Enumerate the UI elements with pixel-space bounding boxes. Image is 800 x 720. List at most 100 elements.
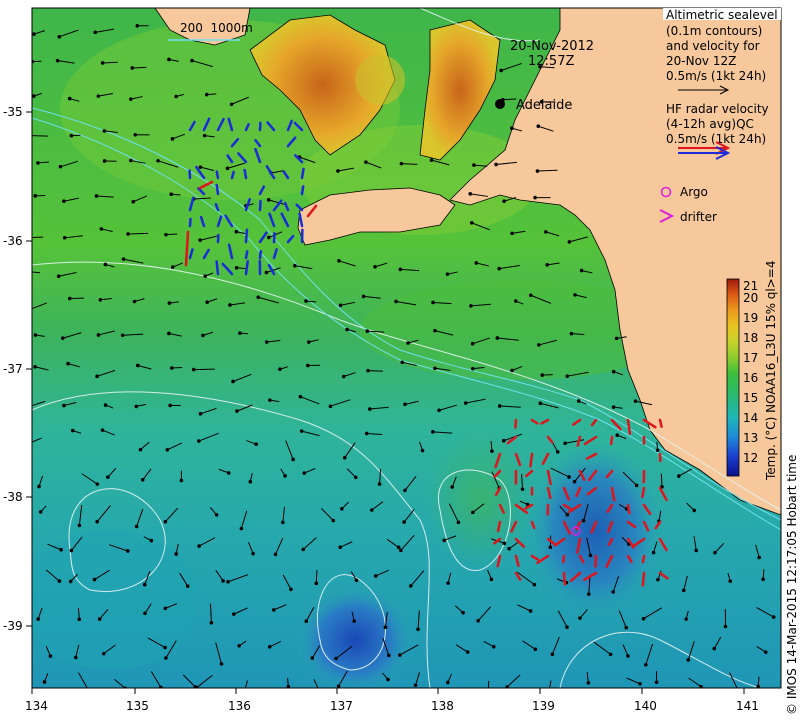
altimetry-arrow-head (163, 519, 168, 524)
altimetry-arrow-head (121, 257, 126, 261)
altimetry-arrow-head (437, 408, 441, 413)
altimetry-arrow-head (100, 428, 105, 432)
altimetry-arrow-head (100, 61, 105, 65)
altimetry-arrow-head (132, 299, 137, 304)
altimetry-arrow-head (507, 546, 511, 551)
altimetry-arrow-head (364, 160, 368, 164)
altimetry-arrow-head (450, 485, 455, 489)
altimetry-arrow-head (293, 263, 297, 268)
altimetry-arrow-head (134, 524, 139, 529)
y-tick-labels: -35 -36 -37 -38 -39 (3, 105, 23, 633)
altimetry-arrow-head (403, 488, 407, 493)
altimetry-arrow-head (487, 698, 490, 701)
altimetry-arrow-head (446, 581, 450, 585)
altimetry-arrow-head (135, 23, 140, 28)
altimetry-arrow-head (266, 198, 271, 202)
altimetry-arrow-head (497, 266, 502, 271)
altimetry-arrow-head (163, 606, 168, 611)
altimetry-arrow-head (520, 487, 525, 491)
altimetry-arrow-head (164, 232, 168, 237)
colorbar-tick-18: 18 (743, 331, 758, 345)
altimetry-arrow-head (149, 538, 154, 543)
altimetry-arrow-head (95, 482, 100, 486)
y-tick-35: -35 (3, 105, 23, 119)
altimetry-arrow-head (399, 161, 404, 166)
altimetry-arrow-head (394, 299, 398, 304)
altimetry-arrow-head (205, 300, 210, 305)
altimetry-arrow-head (204, 92, 209, 97)
altimetry-arrow-head (251, 551, 255, 556)
altimetry-arrow-head (656, 577, 660, 582)
altimetry-arrow-head (163, 645, 167, 650)
altimetry-arrow-head (611, 369, 616, 374)
altimetry-arrow-head (273, 552, 278, 557)
altimetry-arrow-head (402, 520, 406, 524)
date-title: 20-Nov-2012 (510, 39, 594, 54)
colorbar-tick-14: 14 (743, 411, 758, 425)
altimetry-arrow-head (237, 644, 242, 648)
altimetry-arrow-head (131, 199, 136, 204)
x-tick-138: 138 (431, 699, 454, 713)
altimetry-arrow-head (737, 689, 740, 692)
altimetry-arrow-head (536, 343, 541, 347)
altimetry-arrow-head (334, 656, 338, 661)
altimetry-arrow-head (272, 608, 276, 612)
altimetry-arrow-head (185, 584, 190, 588)
altimetry-arrow-head (528, 293, 533, 298)
altimetry-arrow-head (129, 158, 133, 163)
colorbar-tick-21: 21 (743, 279, 758, 293)
altimetry-arrow-head (416, 627, 420, 632)
sst-map: 134 135 136 137 138 139 140 141 -35 -36 … (3, 7, 799, 715)
altimetry-arrow-head (68, 579, 73, 584)
altimetry-arrow-head (399, 548, 403, 553)
sealevel-legend-line-3: and velocity for (666, 39, 760, 53)
altimetry-arrow-head (36, 617, 40, 621)
x-tick-136: 136 (228, 699, 251, 713)
altimetry-arrow-head (367, 407, 372, 411)
altimetry-arrow-head (471, 366, 475, 371)
x-tick-135: 135 (126, 699, 149, 713)
altimetry-arrow-head (723, 624, 728, 629)
altimetry-arrow-head (398, 653, 402, 657)
altimetry-arrow-head (337, 259, 341, 263)
colorbar-tick-17: 17 (743, 351, 758, 365)
altimetry-arrow-head (164, 656, 168, 660)
altimetry-arrow-head (138, 447, 143, 452)
drifter-legend-label: drifter (680, 210, 717, 224)
altimetry-arrow-head (28, 308, 31, 311)
altimetry-arrow-head (198, 412, 203, 416)
altimetry-arrow-head (445, 680, 450, 685)
altimetry-arrow-head (77, 617, 82, 622)
altimetry-arrow-head (608, 652, 613, 657)
altimetry-arrow-head (203, 274, 208, 278)
altimetry-arrow-head (651, 550, 656, 555)
altimetry-arrow-head (304, 619, 309, 624)
altimetry-arrow-head (615, 433, 620, 437)
altimetry-arrow-head (73, 655, 78, 660)
altimetry-arrow-head (499, 68, 503, 73)
altimetry-arrow-head (365, 329, 370, 333)
altimetry-arrow-head (345, 327, 349, 332)
altimetry-arrow-head (341, 374, 346, 379)
altimetry-arrow-head (429, 158, 434, 162)
sealevel-legend-line-2: (0.1m contours) (666, 24, 762, 38)
altimetry-arrow-head (626, 654, 630, 658)
altimetry-arrow-head (103, 262, 108, 267)
radar-arrow (641, 571, 646, 587)
adelaide-marker (495, 99, 505, 109)
altimetry-arrow-head (677, 474, 681, 478)
altimetry-arrow-head (136, 363, 140, 368)
altimetry-arrow-head (286, 684, 291, 688)
altimetry-arrow-head (168, 403, 172, 408)
altimetry-arrow-head (62, 199, 66, 204)
altimetry-arrow-head (62, 403, 66, 408)
radar-arrow (215, 260, 220, 276)
altimetry-arrow-head (57, 34, 62, 39)
altimetry-arrow-head (581, 518, 586, 523)
altimetry-arrow (128, 232, 149, 235)
altimetry-arrow-head (38, 510, 43, 514)
altimetry-arrow-head (565, 625, 569, 629)
altimetry-arrow-head (254, 442, 258, 447)
radar-legend-line-3: 0.5m/s (1kt 24h) (666, 132, 766, 146)
altimetry-arrow-head (58, 164, 63, 169)
